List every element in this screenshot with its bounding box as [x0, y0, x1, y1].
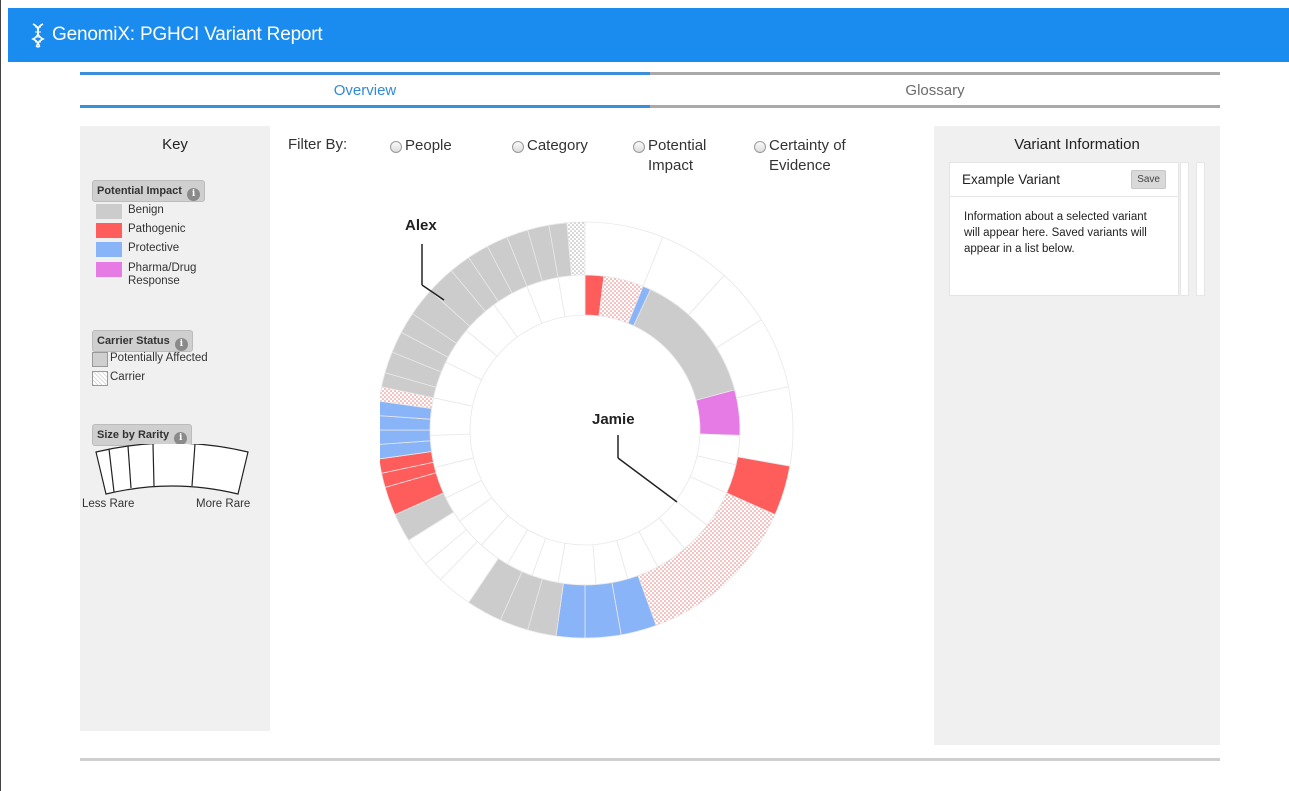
filter-bar: Filter By: People Category Potential Imp… [288, 136, 908, 180]
carrier-status-label: Carrier Status [97, 335, 170, 347]
legend-item-protective: Protective [96, 242, 179, 257]
variant-info-title: Variant Information [1014, 136, 1140, 153]
info-icon[interactable]: i [174, 338, 188, 351]
legend-item-carrier: Carrier [92, 371, 145, 386]
key-panel: Key Potential Impact i Benign Pathogenic… [80, 126, 270, 731]
variant-segment-outer[interactable] [736, 386, 794, 467]
carrier-status-badge[interactable]: Carrier Status i [92, 330, 193, 352]
legend-item-benign: Benign [96, 204, 164, 219]
filter-potential-impact[interactable]: Potential Impact [633, 136, 733, 176]
rarity-scale-icon [95, 444, 249, 495]
carrier-swatch [92, 371, 108, 386]
legend-label-pharma: Pharma/Drug Response [128, 262, 197, 287]
app-title: GenomiX: PGHCI Variant Report [52, 24, 323, 45]
filter-potential-impact-label: Potential Impact [648, 137, 707, 174]
save-button[interactable]: Save [1131, 170, 1166, 189]
protective-swatch [96, 242, 122, 257]
variant-card-body: Information about a selected variant wil… [964, 211, 1147, 255]
variant-sunburst-chart[interactable]: Alex Jamie [380, 200, 810, 640]
legend-label-benign: Benign [128, 204, 164, 216]
tab-glossary[interactable]: Glossary [650, 72, 1220, 108]
tab-overview[interactable]: Overview [80, 72, 650, 108]
legend-item-pathogenic: Pathogenic [96, 223, 186, 238]
key-title: Key [162, 136, 188, 153]
variant-card-title: Example Variant [962, 172, 1061, 187]
benign-swatch [96, 204, 122, 219]
legend-label-pathogenic: Pathogenic [128, 223, 186, 235]
person-label-jamie: Jamie [592, 411, 635, 428]
variant-card[interactable]: Example Variant Save Information about a… [949, 162, 1179, 296]
filter-certainty-label: Certainty of Evidence [769, 137, 846, 174]
pharma-swatch [96, 262, 122, 277]
filter-certainty[interactable]: Certainty of Evidence [754, 136, 884, 176]
pathogenic-swatch [96, 223, 122, 238]
legend-label-carrier: Carrier [110, 371, 146, 383]
legend-label-affected: Potentially Affected [110, 352, 208, 364]
radio-potential-impact[interactable] [633, 141, 645, 153]
stacked-card-edge [1196, 162, 1205, 296]
filter-people-label: People [405, 137, 452, 154]
potential-impact-badge[interactable]: Potential Impact i [92, 180, 206, 202]
app-header: GenomiX: PGHCI Variant Report [8, 8, 1289, 62]
filter-label: Filter By: [288, 136, 348, 153]
legend-item-pharma: Pharma/Drug Response [96, 262, 226, 288]
footer-divider [80, 758, 1220, 761]
affected-swatch [92, 352, 108, 367]
window-edge [0, 0, 1, 791]
filter-category-label: Category [527, 137, 588, 154]
radio-category[interactable] [512, 141, 524, 153]
stacked-card-edge [1180, 162, 1189, 296]
radio-certainty[interactable] [754, 141, 766, 153]
legend-item-affected: Potentially Affected [92, 352, 208, 367]
filter-people[interactable]: People [390, 136, 452, 156]
filter-category[interactable]: Category [512, 136, 588, 156]
person-label-alex: Alex [405, 217, 437, 234]
rarity-less-label: Less Rare [82, 498, 135, 510]
size-by-rarity-label: Size by Rarity [97, 429, 170, 441]
radio-people[interactable] [390, 141, 402, 153]
dna-icon [31, 23, 45, 48]
rarity-more-label: More Rare [196, 498, 251, 510]
potential-impact-label: Potential Impact [97, 185, 182, 197]
legend-label-protective: Protective [128, 242, 180, 254]
info-icon[interactable]: i [187, 188, 201, 201]
size-by-rarity-badge[interactable]: Size by Rarity i [92, 424, 193, 446]
tab-bar: Overview Glossary [80, 72, 1220, 108]
variant-info-panel: Variant Information Example Variant Save… [934, 126, 1220, 745]
